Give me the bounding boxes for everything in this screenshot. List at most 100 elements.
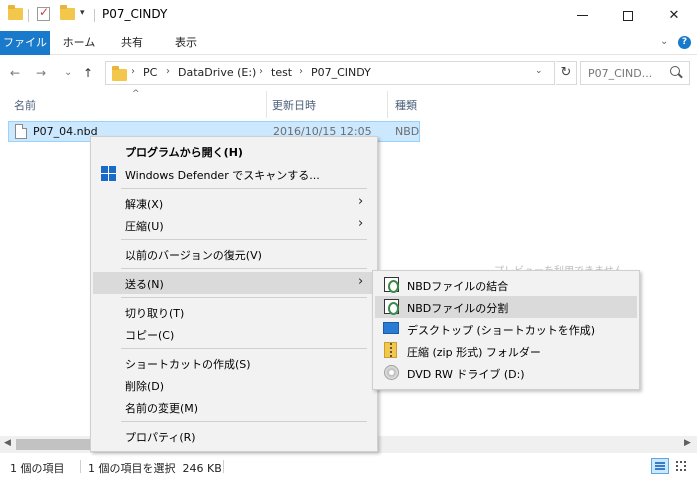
- tab-share[interactable]: 共有: [112, 31, 152, 55]
- context-menu: プログラムから開く(H) Windows Defender でスキャンする...…: [90, 136, 378, 452]
- close-button[interactable]: ✕: [651, 0, 697, 31]
- column-headers: ^ 名前 更新日時 種類: [0, 89, 420, 118]
- status-item-count: 1 個の項目: [10, 462, 65, 475]
- submenu-item-desktop[interactable]: デスクトップ (ショートカットを作成): [375, 318, 637, 340]
- submenu-item-dvd-drive[interactable]: DVD RW ドライブ (D:): [375, 362, 637, 384]
- menu-item-label: 削除(D): [125, 380, 165, 393]
- folder-icon[interactable]: [8, 5, 23, 20]
- menu-separator: [121, 348, 367, 349]
- menu-item-label: 名前の変更(M): [125, 402, 199, 415]
- menu-item-label: 送る(N): [125, 278, 164, 291]
- breadcrumb-separator: ›: [299, 66, 303, 77]
- breadcrumb-separator: ›: [259, 66, 263, 77]
- up-button[interactable]: ↑: [83, 66, 93, 80]
- quick-access-dropdown-icon[interactable]: ▾: [80, 8, 85, 18]
- submenu-chevron-icon: ›: [358, 274, 364, 289]
- breadcrumb-pc[interactable]: PC: [143, 66, 157, 79]
- details-view-button[interactable]: [651, 458, 669, 474]
- status-bar: 1 個の項目 1 個の項目を選択 246 KB: [0, 453, 697, 478]
- maximize-button[interactable]: [605, 0, 651, 31]
- breadcrumb-test[interactable]: test: [271, 66, 292, 79]
- nbd-join-icon: [384, 277, 399, 293]
- column-date-modified[interactable]: 更新日時: [272, 97, 316, 113]
- address-dropdown-icon[interactable]: ⌄: [535, 66, 543, 76]
- column-type[interactable]: 種類: [395, 97, 417, 113]
- menu-item-create-shortcut[interactable]: ショートカットの作成(S): [93, 352, 375, 374]
- status-selection: 1 個の項目を選択 246 KB: [88, 462, 222, 475]
- scroll-right-icon[interactable]: ▶: [684, 438, 691, 448]
- menu-separator: [121, 188, 367, 189]
- breadcrumb-datadrive[interactable]: DataDrive (E:): [178, 66, 256, 79]
- search-box[interactable]: P07_CIND...: [580, 61, 690, 85]
- breadcrumb-separator: ›: [166, 66, 170, 77]
- breadcrumb-p07-cindy[interactable]: P07_CINDY: [311, 66, 371, 79]
- dvd-drive-icon: [384, 365, 399, 380]
- breadcrumb-separator: ›: [131, 66, 135, 77]
- menu-item-label: コピー(C): [125, 329, 175, 342]
- menu-item-send-to[interactable]: 送る(N) ›: [93, 272, 375, 294]
- title-bar: ▾ P07_CINDY ✕: [0, 0, 697, 31]
- submenu-item-nbd-join[interactable]: NBDファイルの結合: [375, 274, 637, 296]
- scrollbar-thumb[interactable]: [16, 439, 90, 450]
- large-icons-view-button[interactable]: [673, 458, 691, 474]
- help-icon[interactable]: ?: [678, 36, 691, 49]
- menu-item-restore-previous-versions[interactable]: 以前のバージョンの復元(V): [93, 243, 375, 265]
- column-divider[interactable]: [266, 91, 267, 118]
- menu-item-extract[interactable]: 解凍(X) ›: [93, 192, 375, 214]
- tab-view[interactable]: 表示: [164, 31, 208, 55]
- submenu-item-label: 圧縮 (zip 形式) フォルダー: [407, 346, 541, 359]
- submenu-item-zip-folder[interactable]: 圧縮 (zip 形式) フォルダー: [375, 340, 637, 362]
- zip-folder-icon: [384, 342, 397, 358]
- submenu-chevron-icon: ›: [358, 194, 364, 209]
- properties-icon[interactable]: [37, 5, 50, 21]
- navigation-bar: ← → ⌄ ↑ › PC › DataDrive (E:) › test › P…: [0, 55, 697, 91]
- folder-icon: [112, 66, 127, 81]
- column-name[interactable]: 名前: [14, 97, 36, 113]
- recent-locations-icon[interactable]: ⌄: [64, 67, 72, 78]
- toolbar-divider: [28, 9, 29, 22]
- menu-item-delete[interactable]: 削除(D): [93, 374, 375, 396]
- menu-item-copy[interactable]: コピー(C): [93, 323, 375, 345]
- menu-separator: [121, 421, 367, 422]
- minimize-icon: [576, 15, 588, 16]
- menu-item-compress[interactable]: 圧縮(U) ›: [93, 214, 375, 236]
- menu-separator: [121, 297, 367, 298]
- back-button[interactable]: ←: [10, 66, 20, 80]
- file-icon: [15, 124, 27, 139]
- menu-separator: [121, 268, 367, 269]
- address-bar[interactable]: › PC › DataDrive (E:) › test › P07_CINDY: [105, 61, 555, 85]
- search-input[interactable]: P07_CIND...: [588, 67, 652, 80]
- tab-home[interactable]: ホーム: [56, 31, 102, 55]
- menu-item-label: 解凍(X): [125, 198, 164, 211]
- status-divider: [80, 460, 81, 473]
- details-view-icon: [655, 462, 665, 470]
- desktop-icon: [383, 322, 399, 334]
- menu-item-open-with[interactable]: プログラムから開く(H): [93, 140, 375, 162]
- file-type: NBD: [395, 125, 420, 138]
- menu-item-properties[interactable]: プロパティ(R): [93, 425, 375, 447]
- minimize-button[interactable]: [559, 0, 605, 31]
- submenu-chevron-icon: ›: [358, 216, 364, 231]
- scroll-left-icon[interactable]: ◀: [4, 438, 11, 448]
- nbd-split-icon: [384, 299, 399, 315]
- column-divider[interactable]: [387, 91, 388, 118]
- window-title: P07_CINDY: [102, 7, 168, 21]
- tab-file[interactable]: ファイル: [0, 31, 50, 55]
- menu-item-cut[interactable]: 切り取り(T): [93, 301, 375, 323]
- menu-item-defender-scan[interactable]: Windows Defender でスキャンする...: [93, 163, 375, 185]
- forward-button[interactable]: →: [36, 66, 46, 80]
- ribbon-collapse-icon[interactable]: ⌄: [660, 36, 668, 47]
- ribbon: ファイル ホーム 共有 表示 ⌄ ?: [0, 31, 697, 55]
- submenu-item-label: NBDファイルの結合: [407, 280, 509, 293]
- send-to-submenu: NBDファイルの結合 NBDファイルの分割 デスクトップ (ショートカットを作成…: [372, 270, 640, 390]
- search-icon: [670, 66, 680, 76]
- submenu-item-label: NBDファイルの分割: [407, 302, 509, 315]
- large-icons-view-icon: [676, 461, 686, 471]
- submenu-item-nbd-split[interactable]: NBDファイルの分割: [375, 296, 637, 318]
- menu-item-label: 以前のバージョンの復元(V): [125, 249, 262, 262]
- new-folder-icon[interactable]: [60, 5, 75, 20]
- refresh-button[interactable]: ↻: [556, 61, 577, 85]
- menu-item-label: プロパティ(R): [125, 431, 196, 444]
- menu-item-rename[interactable]: 名前の変更(M): [93, 396, 375, 418]
- menu-separator: [121, 239, 367, 240]
